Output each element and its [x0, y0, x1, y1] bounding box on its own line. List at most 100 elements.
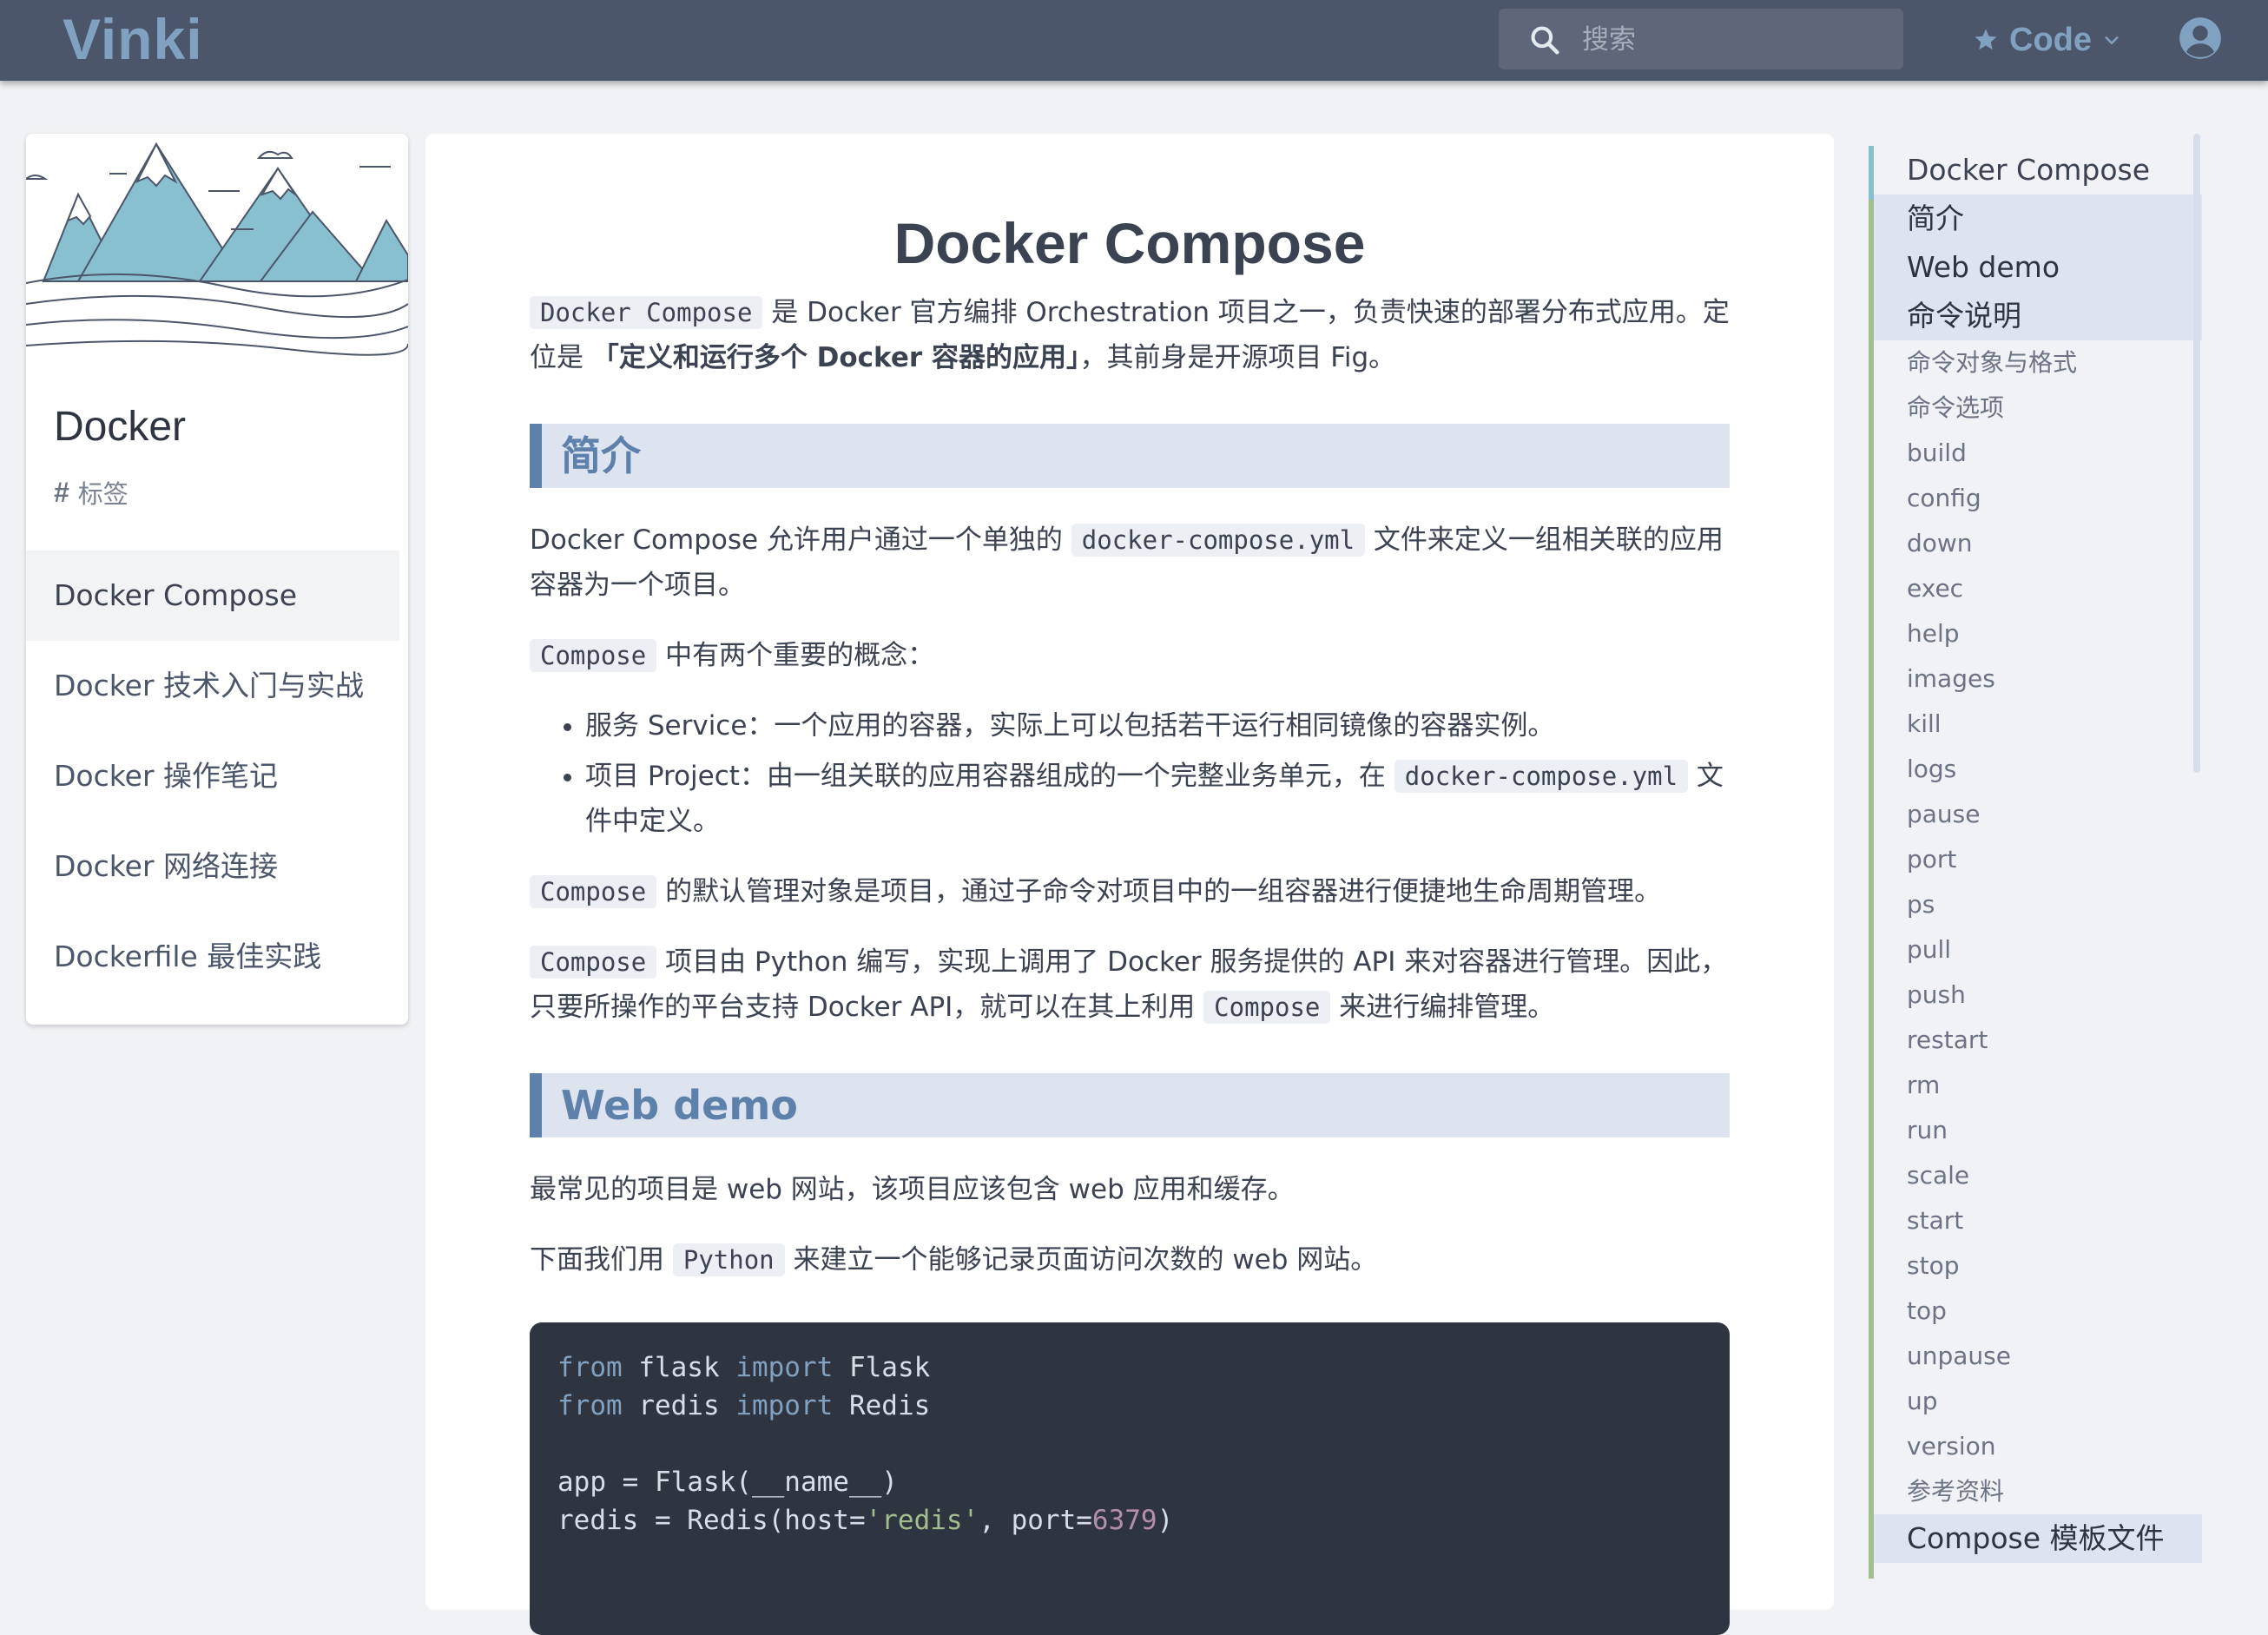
intro-paragraph: Docker Compose 是 Docker 官方编排 Orchestrati… — [530, 290, 1730, 380]
site-logo[interactable]: Vinki — [63, 2, 203, 76]
toc-item[interactable]: pause — [1874, 792, 2202, 837]
search-input[interactable] — [1580, 9, 1879, 71]
sidebar-item-docker-compose[interactable]: Docker Compose — [26, 550, 399, 641]
toc-item[interactable]: restart — [1874, 1018, 2202, 1063]
sidebar-card: Docker # 标签 Docker Compose Docker 技术入门与实… — [26, 134, 408, 1025]
code-text: flask — [622, 1352, 736, 1383]
concept-list: 服务 Service：一个应用的容器，实际上可以包括若干运行相同镜像的容器实例。… — [530, 703, 1730, 844]
list-item: 项目 Project：由一组关联的应用容器组成的一个完整业务单元，在 docke… — [585, 754, 1730, 844]
table-of-contents: Docker Compose 简介 Web demo 命令说明 命令对象与格式 命令选项 b… — [1869, 146, 2202, 1579]
code-text: Flask — [833, 1352, 931, 1383]
toc-item[interactable]: build — [1874, 431, 2202, 476]
tags-label: 标签 — [77, 481, 129, 509]
mountain-banner-illustration — [26, 134, 408, 359]
inline-code: docker-compose.yml — [1071, 524, 1366, 557]
text: Docker Compose 允许用户通过一个单独的 — [530, 524, 1071, 556]
inline-code: Compose — [530, 946, 657, 979]
section-heading-intro: 简介 — [530, 424, 1730, 488]
code-block[interactable]: from flask import Flask from redis impor… — [530, 1322, 1730, 1635]
text: 来建立一个能够记录页面访问次数的 web 网站。 — [784, 1244, 1378, 1276]
code-text: app = Flask(__name__) — [557, 1467, 898, 1498]
list-item: 服务 Service：一个应用的容器，实际上可以包括若干运行相同镜像的容器实例。 — [585, 703, 1730, 748]
code-keyword: from — [557, 1390, 623, 1421]
sidebar-item-docker-intro[interactable]: Docker 技术入门与实战 — [26, 641, 399, 731]
toc-scrollbar[interactable] — [2193, 134, 2200, 773]
code-number: 6379 — [1091, 1505, 1157, 1536]
toc-item[interactable]: 命令选项 — [1874, 386, 2202, 431]
text: 项目 Project：由一组关联的应用容器组成的一个完整业务单元，在 — [585, 761, 1394, 792]
toc-item[interactable]: pull — [1874, 927, 2202, 972]
paragraph: Docker Compose 允许用户通过一个单独的 docker-compos… — [530, 518, 1730, 608]
paragraph: 最常见的项目是 web 网站，该项目应该包含 web 应用和缓存。 — [530, 1174, 1295, 1205]
sidebar-item-dockerfile[interactable]: Dockerfile 最佳实践 — [26, 912, 399, 1002]
code-menu-label: Code — [2009, 21, 2092, 58]
chevron-down-icon — [2105, 36, 2119, 45]
toc-item[interactable]: push — [1874, 972, 2202, 1018]
toc-item[interactable]: unpause — [1874, 1334, 2202, 1379]
toc-item[interactable]: kill — [1874, 702, 2202, 747]
text: ，其前身是开源项目 Fig。 — [1079, 342, 1396, 373]
code-keyword: from — [557, 1352, 623, 1383]
toc-item[interactable]: exec — [1874, 566, 2202, 611]
paragraph: Compose 的默认管理对象是项目，通过子命令对项目中的一组容器进行便捷地生命… — [530, 869, 1730, 914]
toc-item[interactable]: Web demo — [1874, 243, 2202, 292]
inline-code: Compose — [530, 875, 657, 908]
toc-item[interactable]: images — [1874, 656, 2202, 702]
emphasis: 「定义和运行多个 Docker 容器的应用」 — [591, 342, 1080, 373]
article-card: Docker Compose Docker Compose 是 Docker 官… — [425, 134, 1834, 1635]
sidebar-item-docker-notes[interactable]: Docker 操作笔记 — [26, 731, 399, 821]
article-content: Docker Compose Docker Compose 是 Docker 官… — [530, 134, 1730, 1635]
toc-item[interactable]: rm — [1874, 1063, 2202, 1108]
code-string: 'redis' — [865, 1505, 979, 1536]
user-account-icon[interactable] — [2178, 16, 2223, 61]
inline-code: Compose — [530, 639, 657, 672]
toc-item[interactable]: scale — [1874, 1153, 2202, 1198]
top-navbar: Vinki Code — [0, 0, 2268, 81]
sidebar-title[interactable]: Docker — [54, 403, 186, 451]
toc-item[interactable]: Docker Compose — [1874, 146, 2202, 194]
page-title: Docker Compose — [893, 211, 1366, 275]
code-text: ) — [1157, 1505, 1174, 1536]
toc-item[interactable]: Compose 模板文件 — [1874, 1514, 2202, 1563]
sidebar-item-docker-network[interactable]: Docker 网络连接 — [26, 821, 399, 912]
toc-item[interactable]: start — [1874, 1198, 2202, 1243]
inline-code: Docker Compose — [530, 296, 763, 329]
section-heading-web-demo: Web demo — [530, 1073, 1730, 1137]
text: 下面我们用 — [530, 1244, 673, 1276]
toc-active-marker — [1869, 146, 1874, 200]
toc-item[interactable]: run — [1874, 1108, 2202, 1153]
inline-code: docker-compose.yml — [1394, 760, 1689, 793]
code-text: Redis — [833, 1390, 931, 1421]
toc-item[interactable]: top — [1874, 1289, 2202, 1334]
text: 中有两个重要的概念： — [656, 640, 935, 671]
toc-list: Docker Compose 简介 Web demo 命令说明 命令对象与格式 命令选项 b… — [1874, 146, 2202, 1563]
toc-item[interactable]: up — [1874, 1379, 2202, 1424]
toc-item[interactable]: help — [1874, 611, 2202, 656]
tags-link[interactable]: # 标签 — [54, 474, 129, 511]
hash-icon: # — [54, 476, 69, 508]
toc-item[interactable]: 参考资料 — [1874, 1469, 2202, 1514]
toc-item[interactable]: stop — [1874, 1243, 2202, 1289]
toc-item[interactable]: 命令说明 — [1874, 292, 2202, 340]
toc-item[interactable]: 命令对象与格式 — [1874, 340, 2202, 386]
code-text: , port= — [979, 1505, 1092, 1536]
code-menu-button[interactable]: Code — [1973, 16, 2121, 64]
star-icon — [1975, 29, 1997, 50]
paragraph: Compose 项目由 Python 编写，实现上调用了 Docker 服务提供… — [530, 939, 1730, 1030]
toc-item[interactable]: 简介 — [1874, 194, 2202, 243]
toc-item[interactable]: version — [1874, 1424, 2202, 1469]
inline-code: Compose — [1203, 991, 1331, 1024]
search-icon — [1531, 26, 1559, 55]
search-box[interactable] — [1499, 9, 1903, 71]
text: 的默认管理对象是项目，通过子命令对项目中的一组容器进行便捷地生命周期管理。 — [656, 876, 1662, 907]
inline-code: Python — [672, 1243, 785, 1276]
toc-item[interactable]: down — [1874, 521, 2202, 566]
toc-item[interactable]: port — [1874, 837, 2202, 882]
toc-item[interactable]: config — [1874, 476, 2202, 521]
sidebar-nav: Docker Compose Docker 技术入门与实战 Docker 操作笔… — [26, 550, 399, 1002]
toc-item[interactable]: ps — [1874, 882, 2202, 927]
code-text: redis = Redis(host= — [557, 1505, 866, 1536]
toc-item[interactable]: logs — [1874, 747, 2202, 792]
text: 来进行编排管理。 — [1330, 992, 1555, 1023]
code-text: redis — [622, 1390, 736, 1421]
